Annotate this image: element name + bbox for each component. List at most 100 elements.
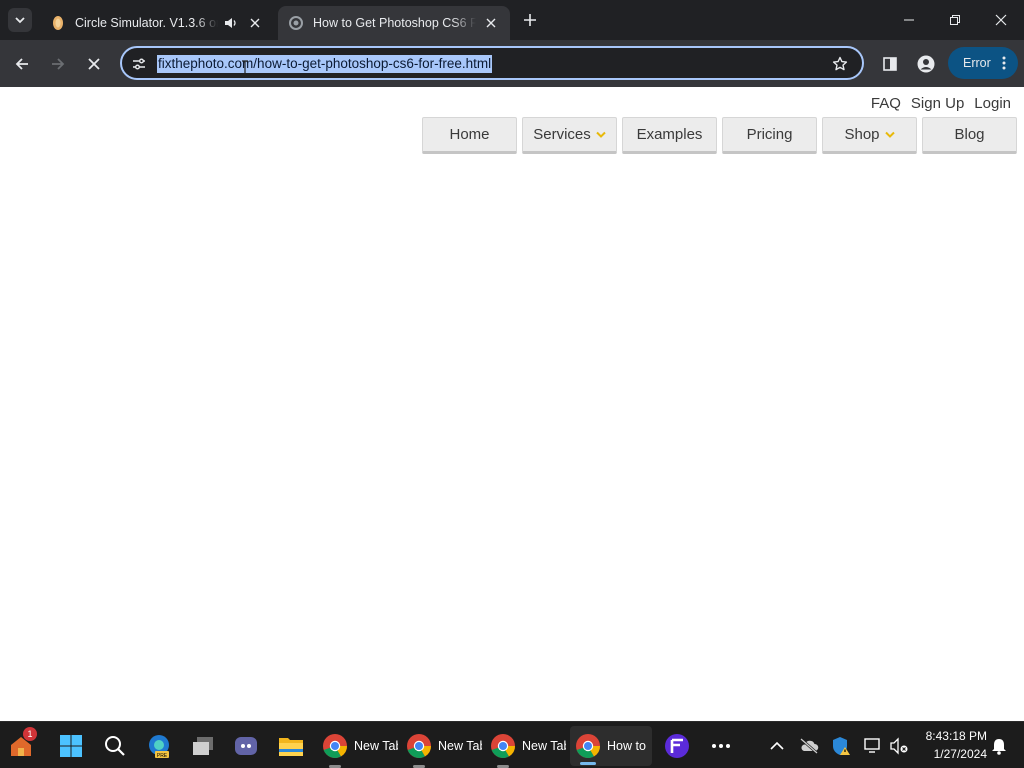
more-vertical-icon bbox=[1002, 56, 1006, 70]
nav-label: Shop bbox=[844, 126, 880, 143]
tray-volume[interactable] bbox=[884, 730, 914, 762]
close-tab-icon[interactable] bbox=[246, 14, 264, 32]
taskbar-label: New Tab bbox=[438, 739, 482, 753]
back-button[interactable] bbox=[8, 50, 36, 78]
error-label: Error bbox=[963, 56, 991, 70]
cloud-off-icon bbox=[794, 731, 824, 761]
chrome-icon bbox=[488, 731, 518, 761]
notification-badge: 1 bbox=[23, 727, 37, 741]
url-text[interactable]: fixthephoto.com/how-to-get-photoshop-cs6… bbox=[157, 55, 493, 73]
nav-label: Examples bbox=[636, 126, 703, 143]
more-apps-button[interactable] bbox=[706, 730, 736, 762]
minimize-button[interactable] bbox=[886, 0, 932, 40]
taskbar-chrome-window-1[interactable]: New Tab bbox=[320, 730, 400, 768]
app-logo-icon bbox=[662, 731, 692, 761]
tab-photoshop-cs6[interactable]: How to Get Photoshop CS6 For Free bbox=[278, 6, 510, 40]
nav-shop[interactable]: Shop bbox=[822, 117, 917, 154]
tab-strip: Circle Simulator. V1.3.6 on Steam How to… bbox=[0, 0, 1024, 40]
nav-home[interactable]: Home bbox=[422, 117, 517, 154]
weather-widget-icon: 1 bbox=[6, 727, 37, 761]
chrome-icon bbox=[573, 731, 603, 761]
speaker-muted-icon bbox=[884, 731, 914, 761]
arrow-right-icon bbox=[52, 58, 65, 70]
system-clock[interactable]: 8:43:18 PM 1/27/2024 bbox=[915, 727, 987, 763]
file-explorer-button[interactable] bbox=[276, 730, 306, 762]
windows-logo-icon bbox=[56, 731, 86, 761]
site-info-icon[interactable] bbox=[130, 55, 148, 73]
folder-icon bbox=[276, 731, 306, 761]
nav-label: Home bbox=[449, 126, 490, 143]
restore-button[interactable] bbox=[932, 0, 978, 40]
restore-icon bbox=[950, 15, 960, 25]
nav-services[interactable]: Services bbox=[522, 117, 617, 154]
web-page: FAQ Sign Up Login Home Services Examples… bbox=[0, 60, 1024, 721]
chevron-up-icon bbox=[762, 731, 792, 761]
error-menu-button[interactable]: Error bbox=[948, 47, 1018, 79]
chrome-icon bbox=[320, 731, 350, 761]
text-cursor-icon bbox=[242, 60, 248, 76]
new-tab-button[interactable] bbox=[518, 8, 542, 32]
taskbar-label: New Tab bbox=[354, 739, 398, 753]
taskbar-label: New Tab bbox=[522, 739, 566, 753]
tab-circle-simulator[interactable]: Circle Simulator. V1.3.6 on Steam bbox=[40, 6, 274, 40]
taskbar-widgets[interactable]: 1 bbox=[6, 727, 37, 762]
chevron-down-icon bbox=[15, 17, 25, 24]
close-window-button[interactable] bbox=[978, 0, 1024, 40]
main-navigation: Home Services Examples Pricing Shop Blog bbox=[422, 117, 1017, 154]
taskbar-label: How to bbox=[607, 739, 646, 753]
address-bar[interactable]: fixthephoto.com/how-to-get-photoshop-cs6… bbox=[120, 46, 864, 80]
arrow-left-icon bbox=[15, 58, 28, 70]
close-icon bbox=[995, 14, 1007, 26]
faq-link[interactable]: FAQ bbox=[871, 95, 901, 112]
active-indicator bbox=[580, 762, 596, 765]
svg-text:PRE: PRE bbox=[157, 753, 168, 759]
task-view-button[interactable] bbox=[188, 730, 218, 762]
profile-button[interactable] bbox=[912, 50, 940, 78]
loading-favicon-icon bbox=[288, 15, 304, 31]
chevron-down-icon bbox=[884, 131, 895, 138]
taskbar-chrome-window-4[interactable]: How to bbox=[570, 726, 652, 766]
taskbar-chrome-window-2[interactable]: New Tab bbox=[404, 730, 484, 768]
tab-title: How to Get Photoshop CS6 For Free bbox=[313, 16, 476, 30]
nav-label: Blog bbox=[954, 126, 985, 143]
plus-icon bbox=[524, 14, 536, 26]
search-button[interactable] bbox=[100, 730, 130, 762]
bookmark-star-icon[interactable] bbox=[830, 54, 850, 74]
tray-security[interactable] bbox=[826, 730, 856, 762]
stop-icon bbox=[88, 58, 100, 70]
chrome-icon bbox=[404, 731, 434, 761]
speaker-icon[interactable] bbox=[222, 14, 240, 32]
login-link[interactable]: Login bbox=[974, 95, 1011, 112]
tab-title: Circle Simulator. V1.3.6 on Steam bbox=[75, 16, 218, 30]
steam-favicon-icon bbox=[50, 15, 66, 31]
taskbar-app-button[interactable] bbox=[662, 730, 692, 762]
profile-avatar-icon bbox=[917, 55, 935, 73]
start-button[interactable] bbox=[56, 730, 86, 762]
side-panel-icon bbox=[883, 57, 897, 71]
taskbar: 1 PRE New Tab New Tab New Tab How to 8:4… bbox=[0, 721, 1024, 768]
tab-search-button[interactable] bbox=[8, 8, 32, 32]
side-panel-button[interactable] bbox=[876, 50, 904, 78]
close-tab-icon[interactable] bbox=[482, 14, 500, 32]
stop-loading-button[interactable] bbox=[80, 50, 108, 78]
sign-up-link[interactable]: Sign Up bbox=[911, 95, 964, 112]
clock-time: 8:43:18 PM bbox=[925, 729, 987, 743]
show-hidden-icons-button[interactable] bbox=[762, 730, 792, 762]
shield-warning-icon bbox=[826, 731, 856, 761]
nav-blog[interactable]: Blog bbox=[922, 117, 1017, 154]
teams-button[interactable] bbox=[232, 730, 262, 762]
tray-onedrive[interactable] bbox=[794, 730, 824, 762]
nav-examples[interactable]: Examples bbox=[622, 117, 717, 154]
bell-icon bbox=[984, 731, 1014, 761]
edge-icon: PRE bbox=[144, 731, 174, 761]
browser-toolbar: fixthephoto.com/how-to-get-photoshop-cs6… bbox=[0, 40, 1024, 87]
clock-date: 1/27/2024 bbox=[933, 747, 987, 761]
nav-pricing[interactable]: Pricing bbox=[722, 117, 817, 154]
notification-center-button[interactable] bbox=[984, 730, 1014, 762]
taskbar-chrome-window-3[interactable]: New Tab bbox=[488, 730, 568, 768]
chevron-down-icon bbox=[596, 131, 606, 138]
video-chat-icon bbox=[232, 731, 262, 761]
forward-button[interactable] bbox=[44, 50, 72, 78]
edge-beta-button[interactable]: PRE bbox=[144, 730, 174, 762]
account-links: FAQ Sign Up Login bbox=[871, 95, 1011, 112]
